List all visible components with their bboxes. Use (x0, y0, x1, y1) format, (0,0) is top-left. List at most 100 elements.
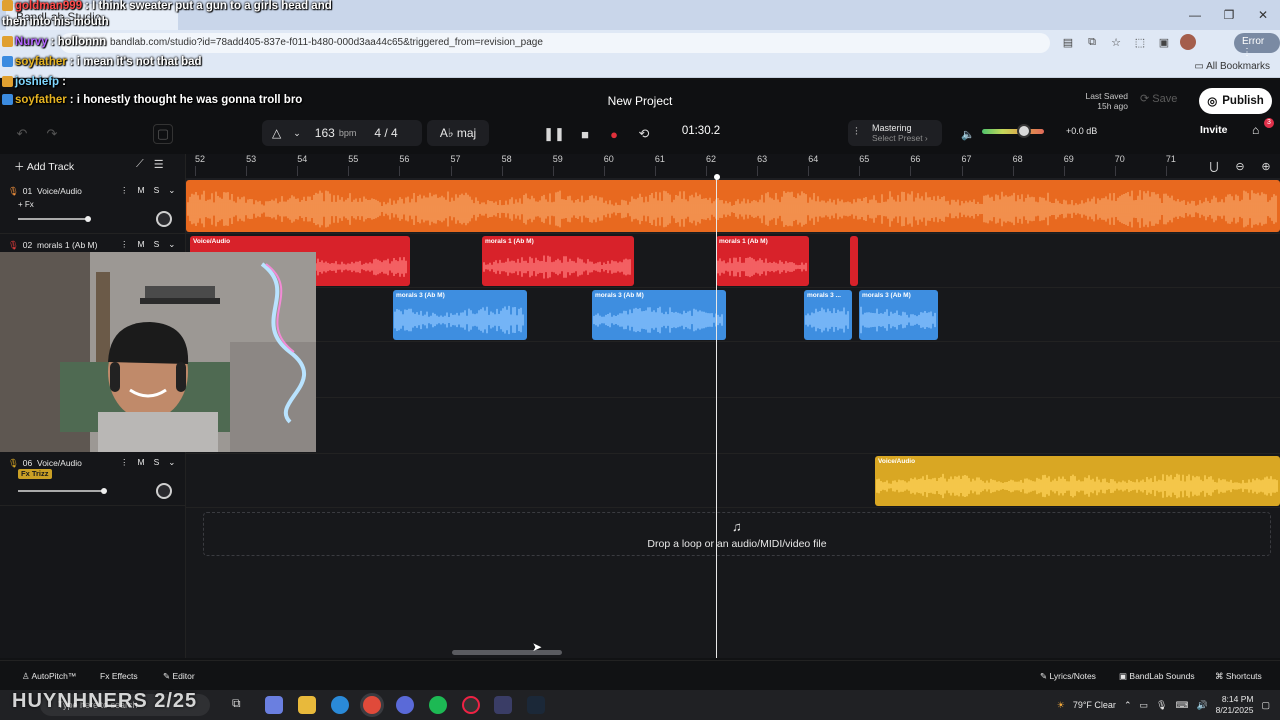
mastering-button[interactable]: ⫶ Mastering Select Preset › (848, 120, 942, 146)
add-fx-button[interactable]: + Fx (18, 200, 34, 209)
audio-clip[interactable] (850, 236, 858, 286)
chevron-down-icon[interactable]: ⌄ (293, 128, 301, 139)
key-button[interactable]: A♭ maj (427, 120, 489, 146)
timeline-ruler[interactable]: ⋃ ⊖ ⊕ 52 53 54 55 56 57 58 59 60 61 62 63 64 65 66 67 68… (186, 154, 1280, 178)
reader-icon[interactable]: ▤ (1060, 34, 1076, 50)
track-menu-icon[interactable]: ⋮ (120, 185, 129, 196)
track-header-1[interactable]: 🎙 01 Voice/Audio ⋮ M S ⌄ + Fx (0, 180, 186, 234)
volume-icon[interactable]: 🔊 (1196, 700, 1207, 711)
video-icon[interactable]: ▢ (153, 124, 173, 144)
chrome-icon[interactable] (363, 696, 381, 714)
microphone-icon[interactable]: 🎙 (1156, 700, 1167, 711)
weather-text[interactable]: 79°F Clear (1073, 700, 1116, 710)
lane-4[interactable] (186, 398, 1280, 454)
bpm-value[interactable]: 163 (315, 126, 335, 140)
audio-clip[interactable]: morals 3 ... (804, 290, 852, 340)
chevron-down-icon[interactable]: ⌄ (168, 239, 175, 250)
speaker-mute-icon[interactable]: 🔈 (958, 124, 978, 144)
track-header-6[interactable]: 🎙 06 Voice/Audio ⋮ M S ⌄ Fx Trizz (0, 452, 186, 506)
time-signature[interactable]: 4 / 4 (374, 126, 397, 140)
undo-icon[interactable]: ↶ (12, 124, 32, 144)
pan-knob[interactable] (156, 211, 172, 227)
discord-icon[interactable] (396, 696, 414, 714)
lane-2a[interactable]: Voice/Audio morals 1 (Ab M) morals 1 (Ab… (186, 234, 1280, 288)
maximize-icon[interactable]: ❐ (1212, 0, 1246, 30)
stop-icon[interactable]: ■ (575, 124, 595, 144)
obs-icon[interactable] (462, 696, 480, 714)
audio-clip[interactable]: morals 1 (Ab M) (716, 236, 809, 286)
steam-icon[interactable] (527, 696, 545, 714)
folder-icon[interactable]: ▭ (1139, 700, 1148, 711)
editor-button[interactable]: ✎ Editor (163, 671, 195, 682)
audio-clip[interactable] (186, 180, 1280, 232)
autopitch-button[interactable]: ♙ AutoPitch™ (22, 671, 76, 682)
lane-2b[interactable]: morals 3 (Ab M) morals 3 (Ab M) morals 3… (186, 288, 1280, 342)
master-volume-slider[interactable] (982, 129, 1044, 134)
effects-button[interactable]: Fx Effects (100, 671, 138, 681)
star-icon[interactable]: ☆ (1108, 34, 1124, 50)
audio-clip[interactable]: Voice/Audio (875, 456, 1280, 506)
all-bookmarks-link[interactable]: ▭ All Bookmarks (1194, 61, 1270, 72)
file-explorer-icon[interactable] (298, 696, 316, 714)
audio-clip[interactable]: morals 3 (Ab M) (393, 290, 527, 340)
notifications-icon[interactable]: ▢ (1261, 700, 1270, 711)
lyrics-button[interactable]: ✎ Lyrics/Notes (1040, 671, 1096, 682)
audio-clip[interactable]: morals 3 (Ab M) (859, 290, 938, 340)
zoom-in-icon[interactable]: ⊕ (1256, 156, 1276, 176)
track-volume-slider[interactable] (18, 215, 91, 222)
add-track-button[interactable]: ＋ Add Track (14, 159, 74, 174)
mute-button[interactable]: M (138, 239, 145, 250)
pause-icon[interactable]: ❚❚ (543, 124, 565, 144)
solo-button[interactable]: S (154, 185, 160, 196)
tray-chevron-icon[interactable]: ⌃ (1124, 700, 1132, 711)
network-icon[interactable]: ⌨ (1175, 700, 1188, 711)
audio-clip[interactable]: morals 3 (Ab M) (592, 290, 726, 340)
horizontal-scrollbar[interactable] (452, 650, 562, 655)
minimize-icon[interactable]: — (1178, 0, 1212, 30)
publish-button[interactable]: ◎ Publish (1199, 88, 1272, 114)
save-button[interactable]: ⟳ Save (1140, 92, 1177, 105)
address-bar[interactable]: bandlab.com/studio?id=78add405-837e-f011… (60, 33, 1050, 53)
error-badge[interactable]: Error ⋮ (1234, 33, 1280, 58)
pan-knob[interactable] (156, 483, 172, 499)
browser-tab[interactable]: BandLab Studio (6, 4, 178, 30)
zoom-out-icon[interactable]: ⊖ (1230, 156, 1250, 176)
lane-3[interactable] (186, 342, 1280, 398)
clock[interactable]: 8:14 PM 8/21/2025 (1216, 694, 1254, 716)
master-volume-handle[interactable] (1017, 124, 1032, 138)
app-icon[interactable] (494, 696, 512, 714)
extensions-icon[interactable]: ⬚ (1132, 34, 1148, 50)
audio-clip[interactable]: morals 1 (Ab M) (482, 236, 634, 286)
record-icon[interactable]: ● (604, 124, 624, 144)
chevron-down-icon[interactable]: ⌄ (168, 457, 175, 468)
chevron-down-icon[interactable]: ⌄ (168, 185, 175, 196)
playhead[interactable] (713, 174, 720, 658)
track-volume-slider[interactable] (18, 487, 107, 494)
lane-1[interactable] (186, 178, 1280, 234)
lane-6[interactable]: Voice/Audio (186, 454, 1280, 508)
profile-avatar[interactable] (1180, 34, 1196, 50)
sidebar-icon[interactable]: ▣ (1156, 34, 1172, 50)
fx-preset-tag[interactable]: Fx Trizz (18, 469, 52, 479)
edge-icon[interactable] (331, 696, 349, 714)
project-title[interactable]: New Project (540, 94, 740, 108)
solo-button[interactable]: S (154, 239, 160, 250)
magnet-icon[interactable]: ⋃ (1204, 156, 1224, 176)
mute-button[interactable]: M (138, 457, 145, 468)
copilot-icon[interactable] (265, 696, 283, 714)
spotify-icon[interactable] (429, 696, 447, 714)
track-menu-icon[interactable]: ⋮ (120, 239, 129, 250)
drop-zone[interactable]: ♫ Drop a loop or an audio/MIDI/video fil… (203, 512, 1271, 556)
invite-button[interactable]: Invite (1200, 124, 1227, 136)
close-icon[interactable]: ✕ (1246, 0, 1280, 30)
track-menu-icon[interactable]: ⋮ (120, 457, 129, 468)
task-view-icon[interactable]: ⧉ (232, 696, 250, 714)
redo-icon[interactable]: ↷ (42, 124, 62, 144)
loop-icon[interactable]: ⟲ (634, 124, 654, 144)
bandlab-sounds-button[interactable]: ▣ BandLab Sounds (1119, 671, 1195, 682)
solo-button[interactable]: S (154, 457, 160, 468)
shortcuts-button[interactable]: ⌘ Shortcuts (1215, 671, 1262, 682)
metronome-icon[interactable]: △ (272, 126, 281, 140)
track-settings-icon[interactable]: ☰ (154, 158, 164, 171)
automation-icon[interactable]: ⟋ (136, 158, 144, 171)
